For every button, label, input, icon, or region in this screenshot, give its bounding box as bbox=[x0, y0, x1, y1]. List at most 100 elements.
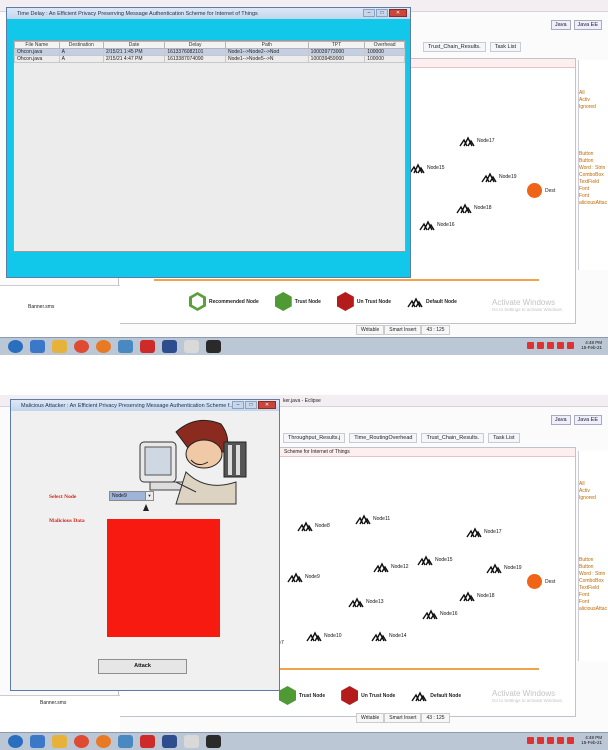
outline-item[interactable]: aliciousAttac bbox=[579, 200, 608, 207]
outline-item[interactable]: Word : Strin bbox=[579, 165, 608, 172]
node-17[interactable]: Node17 bbox=[466, 526, 502, 538]
col-delay[interactable]: Delay bbox=[164, 41, 226, 49]
outline-item[interactable]: Word : Strin bbox=[579, 571, 608, 578]
tab-throughput-results[interactable]: Throughput_Results.j bbox=[283, 433, 346, 443]
outline-item[interactable]: TextField bbox=[579, 179, 608, 186]
table-row[interactable]: Ohcon.java A 2/15/21 4:47 PM 16133870740… bbox=[14, 55, 405, 63]
node-15[interactable]: Node15 bbox=[409, 162, 445, 174]
chrome-icon[interactable] bbox=[74, 735, 89, 748]
outline-item[interactable]: Font bbox=[579, 599, 608, 606]
attack-button[interactable]: Attack bbox=[98, 659, 187, 674]
status-writable: Writable bbox=[356, 713, 385, 723]
console-icon[interactable] bbox=[206, 735, 221, 748]
node-14[interactable]: Node14 bbox=[371, 630, 407, 642]
clock[interactable]: 4:48 PM 15-Feb-21 bbox=[581, 340, 602, 350]
start-icon[interactable] bbox=[8, 340, 23, 353]
close-button[interactable]: ✕ bbox=[389, 9, 407, 17]
node-12[interactable]: Node12 bbox=[373, 561, 409, 573]
node-16[interactable]: Node16 bbox=[422, 608, 458, 620]
window-icon[interactable] bbox=[162, 340, 177, 353]
cell: 1613376082101 bbox=[164, 48, 226, 56]
console-icon[interactable] bbox=[206, 340, 221, 353]
tray-icon[interactable] bbox=[527, 341, 535, 349]
node-18[interactable]: Node18 bbox=[456, 202, 492, 214]
tab-task-list[interactable]: Task List bbox=[488, 433, 520, 443]
outline-item[interactable]: TextField bbox=[579, 585, 608, 592]
file-item[interactable]: Banner.sms bbox=[0, 286, 120, 310]
tray-icon[interactable] bbox=[537, 341, 545, 349]
node-13[interactable]: Node13 bbox=[348, 596, 384, 608]
maximize-button[interactable]: □ bbox=[376, 9, 388, 17]
folder-icon[interactable] bbox=[52, 735, 67, 748]
tab-time-routing-overhead[interactable]: Time_RoutingOverhead bbox=[349, 433, 418, 443]
java-icon[interactable] bbox=[184, 735, 199, 748]
tray-icon[interactable] bbox=[547, 341, 555, 349]
outline-item[interactable]: Ignored bbox=[579, 104, 608, 111]
outline-item[interactable]: Activ bbox=[579, 488, 608, 495]
outline-item[interactable]: Button bbox=[579, 557, 608, 564]
outline-item[interactable]: Button bbox=[579, 151, 608, 158]
screenshot-malicious-attacker: ker.java - Eclipse Java Java EE Throughpu… bbox=[0, 395, 608, 750]
firefox-icon[interactable] bbox=[96, 735, 111, 748]
outline-item[interactable]: Button bbox=[579, 564, 608, 571]
outline-item[interactable]: Button bbox=[579, 158, 608, 165]
outline-item[interactable]: aliciousAttac bbox=[579, 606, 608, 613]
col-file-name[interactable]: File Name bbox=[14, 41, 60, 49]
select-node-dropdown[interactable]: Node9 ▼ bbox=[109, 491, 154, 501]
java-icon[interactable] bbox=[184, 340, 199, 353]
tab-trust-chain-results[interactable]: Trust_Chain_Results. bbox=[421, 433, 485, 443]
tray-icon[interactable] bbox=[557, 341, 565, 349]
col-path[interactable]: Path bbox=[224, 41, 309, 49]
chrome-icon[interactable] bbox=[74, 340, 89, 353]
node-8[interactable]: Node8 bbox=[297, 520, 330, 532]
app-icon[interactable] bbox=[118, 340, 133, 353]
firefox-icon[interactable] bbox=[96, 340, 111, 353]
app-icon[interactable] bbox=[118, 735, 133, 748]
node-10[interactable]: Node10 bbox=[306, 630, 342, 642]
node-9[interactable]: Node9 bbox=[287, 571, 320, 583]
col-overhead[interactable]: Overhead bbox=[364, 41, 405, 49]
perspective-switcher[interactable]: Java Java EE bbox=[550, 20, 602, 30]
outline-item[interactable]: ComboBox bbox=[579, 172, 608, 179]
outline-item[interactable]: ComboBox bbox=[579, 578, 608, 585]
outline-item[interactable]: Font bbox=[579, 592, 608, 599]
minimize-button[interactable]: – bbox=[232, 401, 244, 409]
start-icon[interactable] bbox=[8, 735, 23, 748]
node-15[interactable]: Node15 bbox=[417, 554, 453, 566]
node-19[interactable]: Node19 bbox=[486, 562, 522, 574]
tab-task-list[interactable]: Task List bbox=[489, 42, 522, 52]
dest-node[interactable]: Dest bbox=[527, 183, 555, 198]
ie-icon[interactable] bbox=[30, 340, 45, 353]
close-button[interactable]: ✕ bbox=[258, 401, 276, 409]
node-18[interactable]: Node18 bbox=[459, 590, 495, 602]
tab-trust-chain-results[interactable]: Trust_Chain_Results. bbox=[423, 42, 486, 52]
node-19[interactable]: Node19 bbox=[481, 171, 517, 183]
node-16[interactable]: Node16 bbox=[419, 219, 455, 231]
outline-item[interactable]: All bbox=[579, 481, 608, 488]
folder-icon[interactable] bbox=[52, 340, 67, 353]
file-item[interactable]: Banner.sms bbox=[0, 696, 120, 706]
outline-item[interactable]: Ignored bbox=[579, 495, 608, 502]
node-11[interactable]: Node11 bbox=[355, 513, 390, 525]
malicious-data-textarea[interactable] bbox=[107, 519, 220, 637]
outline-item[interactable]: All bbox=[579, 90, 608, 97]
maximize-button[interactable]: □ bbox=[245, 401, 257, 409]
chevron-down-icon[interactable]: ▼ bbox=[145, 492, 153, 500]
col-date[interactable]: Date bbox=[102, 41, 166, 49]
col-destination[interactable]: Destination bbox=[58, 41, 104, 49]
col-tpt[interactable]: TPT bbox=[307, 41, 366, 49]
outline-item[interactable]: Font bbox=[579, 193, 608, 200]
window-icon[interactable] bbox=[162, 735, 177, 748]
perspective-switcher[interactable]: Java Java EE bbox=[550, 415, 602, 425]
tray-icon[interactable] bbox=[567, 341, 575, 349]
outline-item[interactable]: Font bbox=[579, 186, 608, 193]
table-row[interactable]: Ohcon.java A 2/15/21 1:45 PM 16133760821… bbox=[14, 48, 405, 56]
node-17[interactable]: Node17 bbox=[459, 135, 495, 147]
outline-item[interactable]: Activ bbox=[579, 97, 608, 104]
clock[interactable]: 4:48 PM 15-Feb-21 bbox=[581, 735, 602, 745]
pdf-icon[interactable] bbox=[140, 735, 155, 748]
minimize-button[interactable]: – bbox=[363, 9, 375, 17]
dest-node[interactable]: Dest bbox=[527, 574, 555, 589]
ie-icon[interactable] bbox=[30, 735, 45, 748]
pdf-icon[interactable] bbox=[140, 340, 155, 353]
